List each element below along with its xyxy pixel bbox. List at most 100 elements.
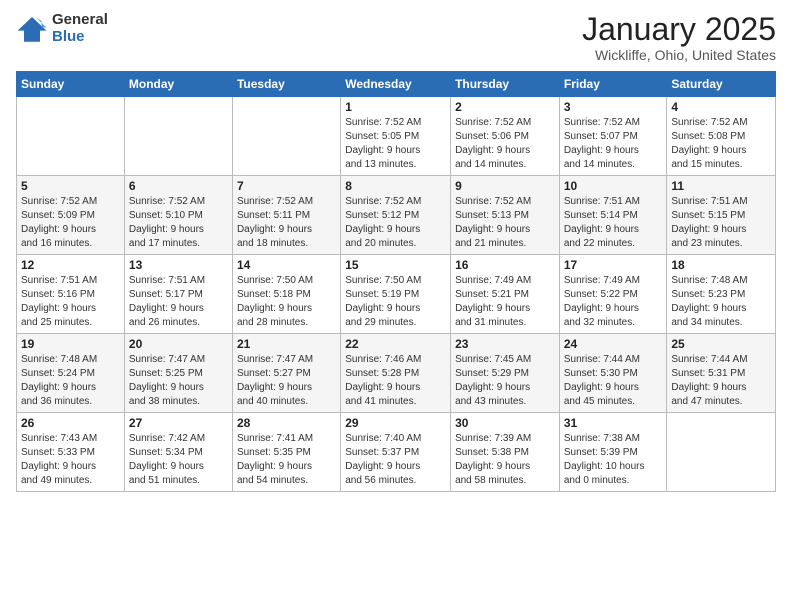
day-info: Sunrise: 7:47 AM Sunset: 5:27 PM Dayligh… <box>237 353 336 409</box>
calendar-cell: 2 Sunrise: 7:52 AM Sunset: 5:06 PM Daylig… <box>451 97 560 176</box>
day-number: 23 <box>455 337 555 351</box>
calendar-week-row: 1 Sunrise: 7:52 AM Sunset: 5:05 PM Daylig… <box>17 97 776 176</box>
calendar-cell: 31Sunrise: 7:38 AM Sunset: 5:39 PM Dayli… <box>559 413 667 492</box>
day-number: 27 <box>129 416 228 430</box>
calendar-cell: 1 Sunrise: 7:52 AM Sunset: 5:05 PM Daylig… <box>341 97 451 176</box>
calendar-cell: 25 Sunrise: 7:44 AM Sunset: 5:31 PM Dayli… <box>667 334 776 413</box>
calendar-title: January 2025 <box>582 12 776 47</box>
calendar-cell: 9 Sunrise: 7:52 AM Sunset: 5:13 PM Daylig… <box>451 176 560 255</box>
day-number: 12 <box>21 258 120 272</box>
day-info: Sunrise: 7:48 AM Sunset: 5:23 PM Dayligh… <box>671 274 771 330</box>
day-info: Sunrise: 7:50 AM Sunset: 5:18 PM Dayligh… <box>237 274 336 330</box>
day-number: 9 <box>455 179 555 193</box>
page: General Blue January 2025 Wickliffe, Ohi… <box>0 0 792 612</box>
logo-text: General Blue <box>52 12 108 45</box>
day-info: Sunrise: 7:52 AM Sunset: 5:12 PM Dayligh… <box>345 195 446 251</box>
logo-blue-label: Blue <box>52 29 108 46</box>
day-info: Sunrise: 7:40 AM Sunset: 5:37 PM Dayligh… <box>345 432 446 488</box>
day-info: Sunrise: 7:52 AM Sunset: 5:06 PM Dayligh… <box>455 116 555 172</box>
day-info: Sunrise: 7:46 AM Sunset: 5:28 PM Dayligh… <box>345 353 446 409</box>
calendar-cell <box>17 97 125 176</box>
calendar-cell: 18 Sunrise: 7:48 AM Sunset: 5:23 PM Dayli… <box>667 255 776 334</box>
day-info: Sunrise: 7:52 AM Sunset: 5:08 PM Dayligh… <box>671 116 771 172</box>
day-number: 26 <box>21 416 120 430</box>
calendar-cell: 17 Sunrise: 7:49 AM Sunset: 5:22 PM Dayli… <box>559 255 667 334</box>
calendar-cell: 15Sunrise: 7:50 AM Sunset: 5:19 PM Dayli… <box>341 255 451 334</box>
day-number: 7 <box>237 179 336 193</box>
calendar-cell: 21 Sunrise: 7:47 AM Sunset: 5:27 PM Dayli… <box>232 334 340 413</box>
day-info: Sunrise: 7:52 AM Sunset: 5:09 PM Dayligh… <box>21 195 120 251</box>
day-number: 10 <box>564 179 663 193</box>
day-number: 6 <box>129 179 228 193</box>
header-friday: Friday <box>559 72 667 97</box>
calendar-cell: 19 Sunrise: 7:48 AM Sunset: 5:24 PM Dayli… <box>17 334 125 413</box>
day-number: 21 <box>237 337 336 351</box>
day-info: Sunrise: 7:45 AM Sunset: 5:29 PM Dayligh… <box>455 353 555 409</box>
day-number: 14 <box>237 258 336 272</box>
calendar-cell <box>667 413 776 492</box>
day-info: Sunrise: 7:52 AM Sunset: 5:05 PM Dayligh… <box>345 116 446 172</box>
day-number: 18 <box>671 258 771 272</box>
day-info: Sunrise: 7:51 AM Sunset: 5:14 PM Dayligh… <box>564 195 663 251</box>
logo-icon <box>16 13 48 45</box>
day-number: 11 <box>671 179 771 193</box>
day-info: Sunrise: 7:49 AM Sunset: 5:22 PM Dayligh… <box>564 274 663 330</box>
calendar-cell: 6 Sunrise: 7:52 AM Sunset: 5:10 PM Daylig… <box>124 176 232 255</box>
calendar-cell: 8Sunrise: 7:52 AM Sunset: 5:12 PM Daylig… <box>341 176 451 255</box>
day-number: 17 <box>564 258 663 272</box>
calendar-week-row: 12 Sunrise: 7:51 AM Sunset: 5:16 PM Dayli… <box>17 255 776 334</box>
weekday-header-row: Sunday Monday Tuesday Wednesday Thursday… <box>17 72 776 97</box>
day-info: Sunrise: 7:42 AM Sunset: 5:34 PM Dayligh… <box>129 432 228 488</box>
day-info: Sunrise: 7:51 AM Sunset: 5:16 PM Dayligh… <box>21 274 120 330</box>
header-tuesday: Tuesday <box>232 72 340 97</box>
calendar-cell: 11 Sunrise: 7:51 AM Sunset: 5:15 PM Dayli… <box>667 176 776 255</box>
calendar-cell: 24 Sunrise: 7:44 AM Sunset: 5:30 PM Dayli… <box>559 334 667 413</box>
day-number: 2 <box>455 100 555 114</box>
header-sunday: Sunday <box>17 72 125 97</box>
day-info: Sunrise: 7:44 AM Sunset: 5:31 PM Dayligh… <box>671 353 771 409</box>
day-info: Sunrise: 7:43 AM Sunset: 5:33 PM Dayligh… <box>21 432 120 488</box>
calendar-cell: 20Sunrise: 7:47 AM Sunset: 5:25 PM Dayli… <box>124 334 232 413</box>
day-number: 31 <box>564 416 663 430</box>
calendar-cell: 10 Sunrise: 7:51 AM Sunset: 5:14 PM Dayli… <box>559 176 667 255</box>
day-number: 28 <box>237 416 336 430</box>
day-number: 25 <box>671 337 771 351</box>
day-number: 24 <box>564 337 663 351</box>
day-info: Sunrise: 7:52 AM Sunset: 5:10 PM Dayligh… <box>129 195 228 251</box>
header-monday: Monday <box>124 72 232 97</box>
calendar-cell: 23 Sunrise: 7:45 AM Sunset: 5:29 PM Dayli… <box>451 334 560 413</box>
calendar-cell <box>124 97 232 176</box>
day-number: 1 <box>345 100 446 114</box>
header-saturday: Saturday <box>667 72 776 97</box>
day-number: 19 <box>21 337 120 351</box>
day-info: Sunrise: 7:51 AM Sunset: 5:15 PM Dayligh… <box>671 195 771 251</box>
calendar-cell: 13 Sunrise: 7:51 AM Sunset: 5:17 PM Dayli… <box>124 255 232 334</box>
day-info: Sunrise: 7:48 AM Sunset: 5:24 PM Dayligh… <box>21 353 120 409</box>
day-number: 3 <box>564 100 663 114</box>
day-info: Sunrise: 7:47 AM Sunset: 5:25 PM Dayligh… <box>129 353 228 409</box>
day-info: Sunrise: 7:44 AM Sunset: 5:30 PM Dayligh… <box>564 353 663 409</box>
day-info: Sunrise: 7:41 AM Sunset: 5:35 PM Dayligh… <box>237 432 336 488</box>
title-block: January 2025 Wickliffe, Ohio, United Sta… <box>582 12 776 63</box>
day-info: Sunrise: 7:52 AM Sunset: 5:07 PM Dayligh… <box>564 116 663 172</box>
day-info: Sunrise: 7:50 AM Sunset: 5:19 PM Dayligh… <box>345 274 446 330</box>
day-number: 29 <box>345 416 446 430</box>
header-wednesday: Wednesday <box>341 72 451 97</box>
calendar-cell: 16Sunrise: 7:49 AM Sunset: 5:21 PM Dayli… <box>451 255 560 334</box>
day-info: Sunrise: 7:51 AM Sunset: 5:17 PM Dayligh… <box>129 274 228 330</box>
calendar-cell: 7Sunrise: 7:52 AM Sunset: 5:11 PM Daylig… <box>232 176 340 255</box>
logo: General Blue <box>16 12 108 45</box>
calendar-week-row: 19 Sunrise: 7:48 AM Sunset: 5:24 PM Dayli… <box>17 334 776 413</box>
day-number: 16 <box>455 258 555 272</box>
calendar-cell: 4Sunrise: 7:52 AM Sunset: 5:08 PM Daylig… <box>667 97 776 176</box>
day-number: 13 <box>129 258 228 272</box>
calendar-cell: 29 Sunrise: 7:40 AM Sunset: 5:37 PM Dayli… <box>341 413 451 492</box>
day-info: Sunrise: 7:39 AM Sunset: 5:38 PM Dayligh… <box>455 432 555 488</box>
calendar-cell: 30Sunrise: 7:39 AM Sunset: 5:38 PM Dayli… <box>451 413 560 492</box>
calendar-cell: 22 Sunrise: 7:46 AM Sunset: 5:28 PM Dayli… <box>341 334 451 413</box>
day-number: 22 <box>345 337 446 351</box>
day-number: 5 <box>21 179 120 193</box>
calendar-cell: 27 Sunrise: 7:42 AM Sunset: 5:34 PM Dayli… <box>124 413 232 492</box>
calendar-week-row: 26 Sunrise: 7:43 AM Sunset: 5:33 PM Dayli… <box>17 413 776 492</box>
day-info: Sunrise: 7:52 AM Sunset: 5:13 PM Dayligh… <box>455 195 555 251</box>
